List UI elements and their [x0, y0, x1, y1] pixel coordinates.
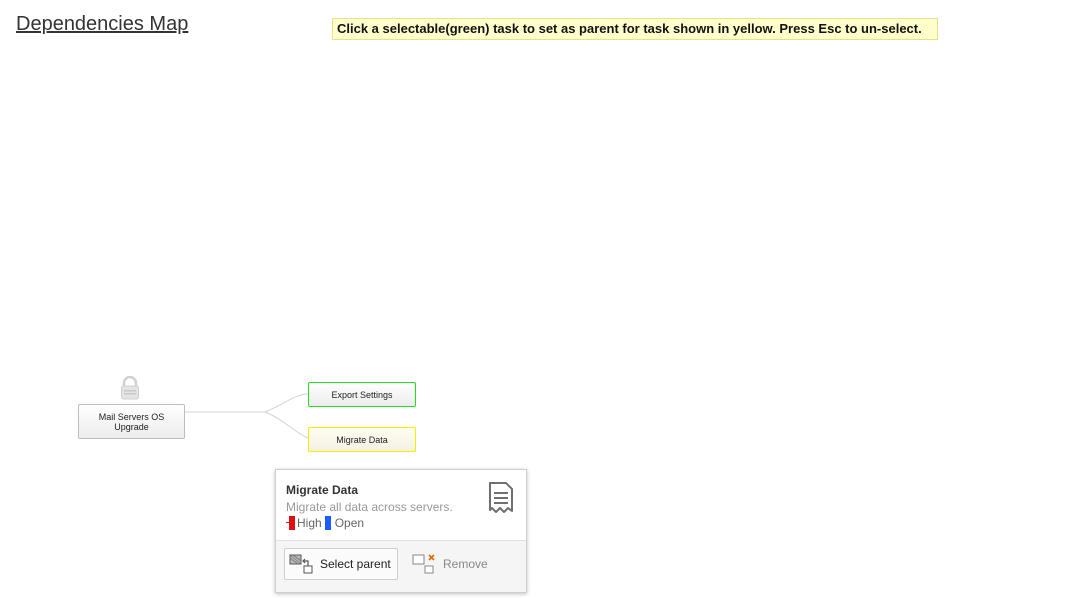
- status-indicator-icon: [324, 516, 331, 530]
- task-node-migrate-data[interactable]: Migrate Data: [308, 427, 416, 452]
- status-label: Open: [334, 516, 365, 530]
- priority-label: High: [297, 516, 322, 530]
- document-icon: [489, 482, 513, 513]
- remove-link-icon: [412, 554, 435, 574]
- select-parent-icon: [289, 554, 313, 574]
- task-node-export-settings[interactable]: Export Settings: [308, 382, 416, 407]
- popup-task-meta: High Open: [286, 516, 364, 530]
- popup-task-description: Migrate all data across servers.: [286, 500, 453, 514]
- hint-banner: Click a selectable(green) task to set as…: [332, 18, 938, 40]
- task-node-label: Migrate Data: [336, 434, 388, 445]
- remove-button[interactable]: Remove: [408, 548, 492, 580]
- priority-flag-icon: [286, 516, 295, 530]
- connector-to-migrate-data: [264, 411, 309, 439]
- dependency-connectors: [185, 393, 309, 439]
- task-node-label: Mail Servers OS Upgrade: [98, 411, 165, 432]
- task-node-mail-servers-os-upgrade[interactable]: Mail Servers OS Upgrade: [78, 404, 185, 439]
- remove-label: Remove: [443, 557, 488, 571]
- lock-icon: [121, 376, 139, 400]
- popup-task-title: Migrate Data: [286, 483, 359, 497]
- select-parent-button[interactable]: Select parent: [284, 548, 398, 580]
- dependencies-map-page: Dependencies Map Click a selectable(gree…: [0, 0, 1081, 598]
- popup-actions-bar: Select parent Remove: [276, 540, 526, 592]
- connector-to-export-settings: [264, 393, 309, 413]
- task-node-label: Export Settings: [331, 389, 393, 400]
- page-title[interactable]: Dependencies Map: [16, 13, 188, 36]
- select-parent-label: Select parent: [320, 557, 391, 571]
- task-details-popup: Migrate Data Migrate all data across ser…: [275, 469, 527, 593]
